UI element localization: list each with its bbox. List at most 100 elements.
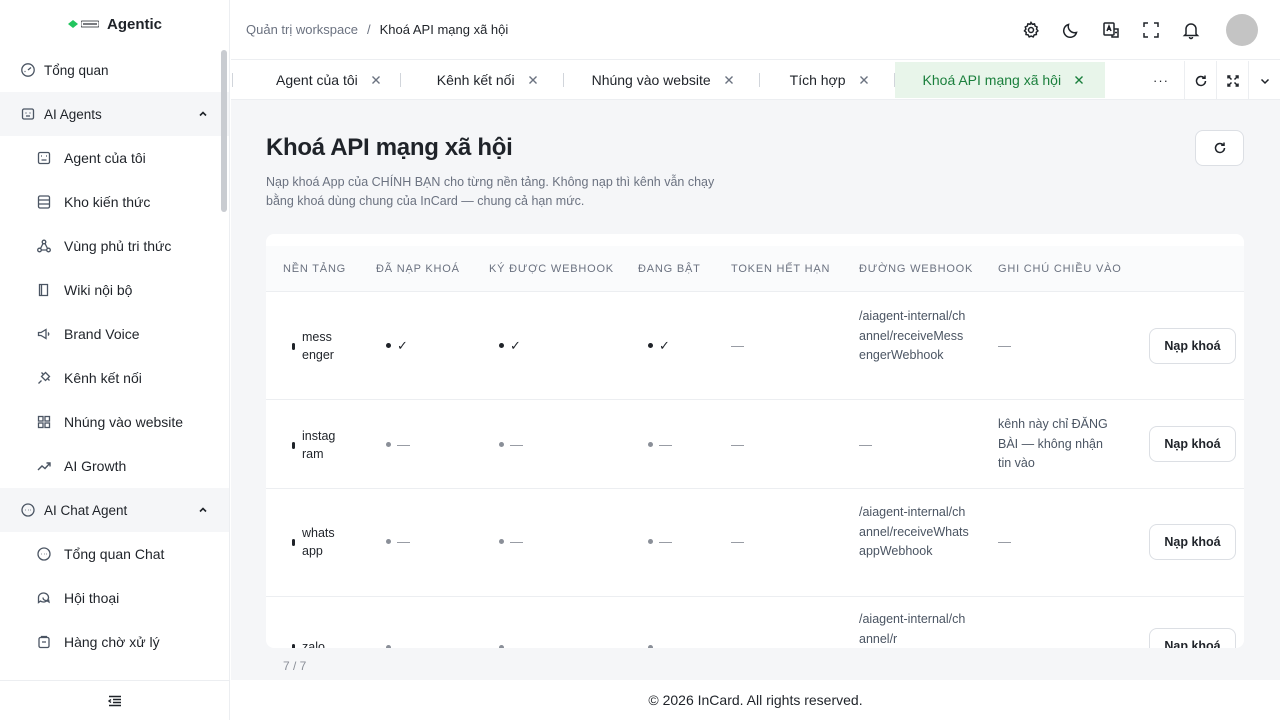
table-row: whatsapp — — — — /aiagent-internal/chann… [266,490,1244,597]
settings-gear-icon[interactable] [1021,20,1041,40]
tab-integrations[interactable]: Tích hợp [790,62,870,98]
chevron-up-icon[interactable] [197,108,209,120]
sidebar-item-my-agents[interactable]: Agent của tôi [0,136,229,180]
platform-name: zalo [302,640,325,648]
sidebar-item-ai-growth[interactable]: AI Growth [0,444,229,488]
tabs-maximize-button[interactable] [1216,61,1248,100]
tabs-more-button[interactable]: ··· [1145,61,1177,100]
column-header: Nền tảng [283,263,347,275]
dashboard-icon [21,63,35,77]
tab-separator [758,73,760,87]
translate-icon[interactable] [1101,20,1121,40]
column-header: Ký được webhook [489,263,614,275]
incoming-note: — [998,534,1011,549]
brand-name: Agentic [106,15,162,33]
brand[interactable]: Agentic [0,0,229,48]
status-dot [648,539,653,544]
chevron-up-icon[interactable] [197,504,209,516]
enabled-value: ✓ [659,338,670,353]
brand-logo [67,19,99,29]
enabled-value: — [659,534,672,549]
can-sign-cell: ✓ [499,336,521,355]
sidebar-scrollbar[interactable] [221,50,227,212]
column-header: Đã nạp khoá [376,263,460,275]
sidebar-item-conversations[interactable]: Hội thoại [0,576,229,620]
tab-channels[interactable]: Kênh kết nối [437,62,539,98]
chat-bubble-icon [37,547,51,561]
load-key-button[interactable]: Nạp khoá [1149,426,1236,462]
platform-name: whatsapp [302,526,335,558]
header-actions [1021,0,1258,60]
status-dot [292,643,295,648]
has-key-cell: ✓ [386,336,408,355]
collapse-menu-icon [107,695,121,706]
load-key-button[interactable]: Nạp khoá [1149,328,1236,364]
sidebar-item-channels[interactable]: Kênh kết nối [0,356,229,400]
column-header: Đang bật [638,263,701,275]
sidebar-item-brand-voice[interactable]: Brand Voice [0,312,229,356]
sidebar-item-overview[interactable]: Tổng quan [0,48,229,92]
trending-up-icon [37,462,51,471]
close-tab-icon[interactable] [527,74,539,86]
tabs-dropdown-button[interactable] [1248,61,1280,100]
tab-label: Tích hợp [789,72,846,88]
sidebar-item-label: Hội thoại [64,590,120,606]
platform-name: messenger [302,330,334,362]
sidebar-collapse-button[interactable] [0,680,229,720]
megaphone-icon [37,328,50,340]
has-key-value: — [397,534,410,549]
tabs-reload-button[interactable] [1184,61,1216,100]
sidebar-item-queue[interactable]: Hàng chờ xử lý [0,620,229,664]
status-dot [499,343,504,348]
enabled-value: — [659,437,672,452]
sidebar-item-embed-website[interactable]: Nhúng vào website [0,400,229,444]
incoming-note: — [998,640,1011,648]
load-key-button[interactable]: Nạp khoá [1149,524,1236,560]
tab-social-api-keys[interactable]: Khoá API mạng xã hội [894,62,1106,98]
enabled-cell: — [648,532,672,551]
incoming-note: — [998,338,1011,353]
has-key-cell: — [386,435,410,454]
tab-my-agents[interactable]: Agent của tôi [276,62,382,98]
sidebar-group-ai-chat-agent[interactable]: AI Chat Agent [0,488,229,532]
notification-bell-icon[interactable] [1181,20,1201,40]
sidebar-item-internal-wiki[interactable]: Wiki nội bộ [0,268,229,312]
can-sign-cell: — [499,638,523,648]
table-row: zalo — — — — /aiagent-internal/channel/r… [266,598,1244,648]
refresh-button[interactable] [1195,130,1244,166]
platform-cell: whatsapp [292,524,336,560]
plug-icon [38,371,51,384]
load-key-button[interactable]: Nạp khoá [1149,628,1236,648]
sidebar-item-knowledge-coverage[interactable]: Vùng phủ tri thức [0,224,229,268]
incoming-note: kênh này chỉ ĐĂNG BÀI — không nhận tin v… [998,417,1108,470]
column-header: Token hết hạn [731,263,831,275]
api-keys-table: Nền tảng Đã nạp khoá Ký được webhook Đan… [266,234,1244,648]
sidebar-item-label: Vùng phủ tri thức [64,238,172,254]
close-tab-icon[interactable] [723,74,735,86]
can-sign-value: — [510,534,523,549]
table-header: Nền tảng Đã nạp khoá Ký được webhook Đan… [266,246,1244,292]
status-dot [648,645,653,648]
close-tab-icon[interactable] [1073,74,1085,86]
chevron-down-icon [1260,78,1269,84]
sidebar-item-label: Tổng quan Chat [64,546,165,562]
webhook-path: /aiagent-internal/channel/receiveWhatsap… [859,505,969,558]
user-avatar[interactable] [1226,14,1258,46]
agent-icon [37,151,51,165]
platform-cell: instagram [292,427,336,463]
tab-embed-website[interactable]: Nhúng vào website [592,62,735,98]
breadcrumb-parent[interactable]: Quản trị workspace [246,22,358,37]
inbox-icon [38,635,50,649]
can-sign-cell: — [499,435,523,454]
sidebar-item-knowledge-base[interactable]: Kho kiến thức [0,180,229,224]
sidebar-group-ai-agents[interactable]: AI Agents [0,92,229,136]
status-dot [292,538,295,546]
fullscreen-icon[interactable] [1141,20,1161,40]
dark-mode-moon-icon[interactable] [1061,20,1081,40]
sidebar-item-chat-overview[interactable]: Tổng quan Chat [0,532,229,576]
close-tab-icon[interactable] [858,74,870,86]
enabled-cell: — [648,435,672,454]
has-key-cell: — [386,638,410,648]
close-tab-icon[interactable] [370,74,382,86]
status-dot [292,342,295,350]
